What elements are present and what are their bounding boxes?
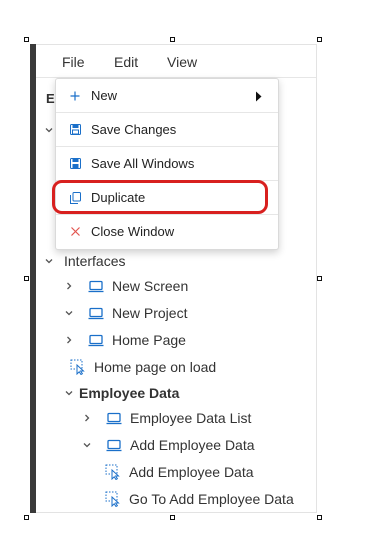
tree-label: New Screen <box>112 278 189 294</box>
click-action-icon <box>105 491 121 507</box>
tree-item-employee-data-list[interactable]: Employee Data List <box>82 407 251 429</box>
resize-handle-middle-left[interactable] <box>24 276 29 281</box>
tree-item-employee-data[interactable]: Employee Data <box>64 382 179 404</box>
tree-label: Employee Data <box>79 385 180 401</box>
chevron-right-icon[interactable] <box>64 281 78 291</box>
resize-handle-bottom-center[interactable] <box>170 515 175 520</box>
plus-icon <box>68 91 82 101</box>
menu-item-label: Save Changes <box>91 122 177 137</box>
tree-label: Home Page <box>112 332 186 348</box>
chevron-down-icon[interactable] <box>64 388 78 398</box>
menu-item-save-all-windows[interactable]: Save All Windows <box>56 147 278 180</box>
tree-label: Go To Add Employee Data <box>129 491 294 507</box>
tree-item-interfaces[interactable]: Interfaces <box>44 250 125 272</box>
tree-item-new-project[interactable]: New Project <box>64 302 187 324</box>
tree-item-home-page[interactable]: Home Page <box>64 329 186 351</box>
resize-handle-bottom-left[interactable] <box>24 515 29 520</box>
monitor-icon <box>88 306 104 320</box>
menu-edit[interactable]: Edit <box>114 54 138 70</box>
duplicate-highlight-annotation <box>52 180 268 214</box>
resize-handle-top-left[interactable] <box>24 37 29 42</box>
tree-label: Home page on load <box>94 359 217 375</box>
menu-item-close-window[interactable]: Close Window <box>56 215 278 248</box>
monitor-icon <box>88 279 104 293</box>
tree-label: Add Employee Data <box>129 464 254 480</box>
resize-handle-top-center[interactable] <box>170 37 175 42</box>
menu-item-label: New <box>91 88 118 103</box>
menu-item-save-changes[interactable]: Save Changes <box>56 113 278 146</box>
tree-item-add-employee-data[interactable]: Add Employee Data <box>82 434 255 456</box>
menu-item-label: Save All Windows <box>91 156 195 171</box>
resize-handle-top-right[interactable] <box>317 37 322 42</box>
click-action-icon <box>70 359 86 375</box>
chevron-down-icon[interactable] <box>82 440 96 450</box>
chevron-right-icon[interactable] <box>82 413 96 423</box>
chevron-down-icon[interactable] <box>44 122 54 140</box>
tree-label: Employee Data List <box>130 410 252 426</box>
tree-item-home-page-on-load[interactable]: Home page on load <box>70 356 216 378</box>
chevron-down-icon[interactable] <box>64 308 78 318</box>
menu-view[interactable]: View <box>167 54 197 70</box>
submenu-arrow-icon <box>255 90 262 105</box>
menu-item-label: Close Window <box>91 224 175 239</box>
tree-item-new-screen[interactable]: New Screen <box>64 275 188 297</box>
close-icon <box>68 227 82 236</box>
resize-handle-bottom-right[interactable] <box>317 515 322 520</box>
click-action-icon <box>105 464 121 480</box>
chevron-right-icon[interactable] <box>64 335 78 345</box>
panel-left-border <box>30 44 36 513</box>
tree-item-go-to-add-employee-data[interactable]: Go To Add Employee Data <box>105 488 294 510</box>
chevron-down-icon[interactable] <box>44 256 58 266</box>
menu-item-new[interactable]: New <box>56 79 278 112</box>
panel-header-label: E <box>46 91 55 106</box>
file-menu-dropdown: New Save Changes Save All Windows Duplic… <box>55 78 279 250</box>
tree-label: Interfaces <box>64 253 126 269</box>
tree-label: Add Employee Data <box>130 437 255 453</box>
resize-handle-middle-right[interactable] <box>317 276 322 281</box>
menu-bar: File Edit View <box>36 44 316 78</box>
menu-file[interactable]: File <box>62 54 85 70</box>
monitor-icon <box>88 333 104 347</box>
save-icon <box>68 124 82 135</box>
monitor-icon <box>106 411 122 425</box>
tree-label: New Project <box>112 305 188 321</box>
save-all-icon <box>68 158 82 169</box>
tree-item-add-employee-data-action[interactable]: Add Employee Data <box>105 461 254 483</box>
monitor-icon <box>106 438 122 452</box>
